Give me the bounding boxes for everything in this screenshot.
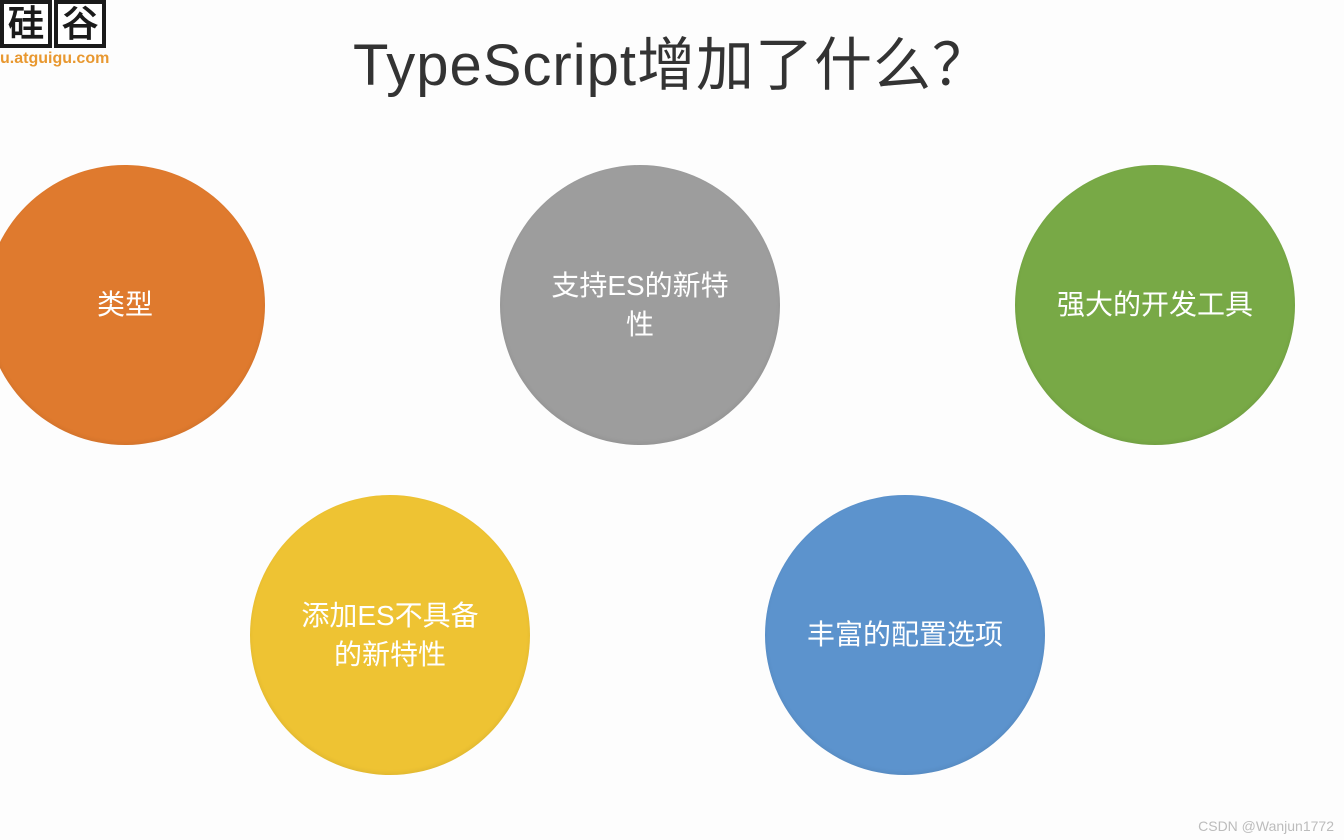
circle-config: 丰富的配置选项: [765, 495, 1045, 775]
circle-types-label: 类型: [97, 285, 153, 324]
watermark: CSDN @Wanjun1772: [1198, 818, 1334, 834]
circle-config-label: 丰富的配置选项: [807, 615, 1003, 654]
circle-types: 类型: [0, 165, 265, 445]
circle-es-support-label: 支持ES的新特性: [538, 266, 742, 344]
diagram-circles: 类型 支持ES的新特性 强大的开发工具 添加ES不具备的新特性 丰富的配置选项: [0, 0, 1344, 840]
circle-new-features-label: 添加ES不具备的新特性: [288, 596, 492, 674]
circle-dev-tools-label: 强大的开发工具: [1057, 285, 1253, 324]
circle-new-features: 添加ES不具备的新特性: [250, 495, 530, 775]
circle-dev-tools: 强大的开发工具: [1015, 165, 1295, 445]
circle-es-support: 支持ES的新特性: [500, 165, 780, 445]
